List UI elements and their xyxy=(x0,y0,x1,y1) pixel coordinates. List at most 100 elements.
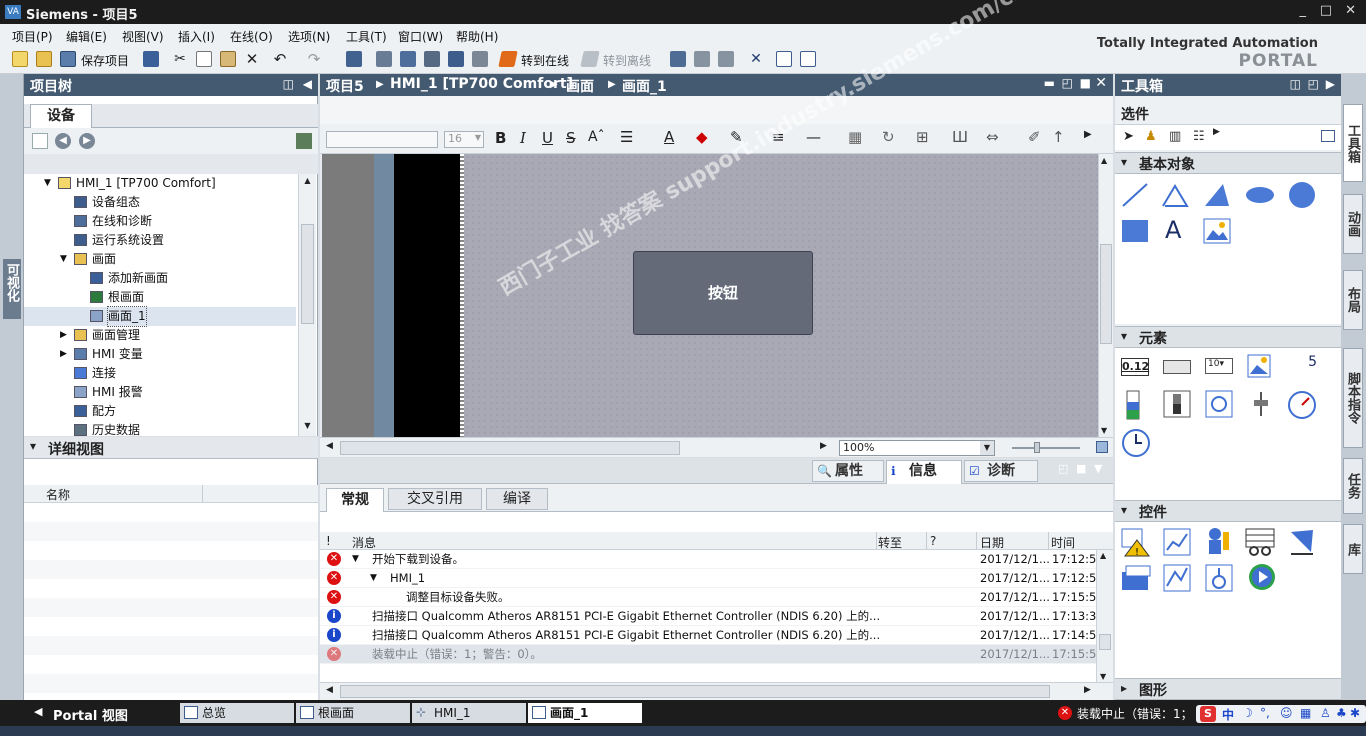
detail-view-header[interactable]: ▾ 详细视图 xyxy=(24,437,318,459)
scroll-down-icon[interactable]: ▼ xyxy=(1100,672,1106,681)
button-tool-icon[interactable] xyxy=(1163,360,1191,374)
zoom-select[interactable]: 100% ▼ xyxy=(839,440,995,456)
trend-view-tool-icon[interactable] xyxy=(1163,528,1191,556)
screen-canvas[interactable]: 按钮 西门子工业 找答案 support.industry.siemens.co… xyxy=(322,0,1098,437)
rtab-script-instructions[interactable]: 脚本指令 xyxy=(1343,348,1363,448)
save-icon[interactable] xyxy=(60,51,76,67)
message-row[interactable]: ✕ ▼ HMI_1 2017/12/1... 17:12:5 xyxy=(320,569,1096,588)
bar-tool-icon[interactable] xyxy=(1121,390,1147,420)
tree-item[interactable]: 添加新画面 xyxy=(24,269,296,288)
status-tab-overview[interactable]: 总览 xyxy=(180,703,294,723)
rtab-tasks[interactable]: 任务 xyxy=(1343,458,1363,514)
tree-item[interactable]: 设备组态 xyxy=(24,193,296,212)
tab-info[interactable]: ℹ 信息 xyxy=(886,460,962,484)
pin-icon[interactable]: ◫ xyxy=(1290,77,1301,91)
copy-icon[interactable] xyxy=(196,51,212,67)
zoom-fit-icon[interactable] xyxy=(1096,441,1108,453)
row-expander-icon[interactable]: ▼ xyxy=(370,569,377,588)
fill-color-icon[interactable]: ◆ xyxy=(696,128,708,146)
italic-icon[interactable]: I xyxy=(520,129,526,147)
start-runtime-icon[interactable] xyxy=(472,51,488,67)
tree-item[interactable]: ▶ 画面管理 xyxy=(24,326,296,345)
scroll-right-icon[interactable]: ▶ xyxy=(1084,685,1091,695)
go-offline-icon[interactable] xyxy=(580,51,600,67)
menu-insert[interactable]: 插入(I) xyxy=(178,28,215,45)
clock-tool-icon[interactable] xyxy=(1121,428,1151,458)
graphic-view-tool-icon[interactable] xyxy=(1203,218,1231,244)
redo-icon[interactable]: ↷ xyxy=(306,51,322,67)
tree-item[interactable]: ▼ HMI_1 [TP700 Comfort] xyxy=(24,174,296,193)
go-online-button[interactable]: 转到在线 xyxy=(521,52,569,69)
subtab-cross-reference[interactable]: 交叉引用 xyxy=(388,488,482,510)
tree-item[interactable]: 在线和诊断 xyxy=(24,212,296,231)
font-family-input[interactable] xyxy=(326,131,438,148)
polyline-tool-icon[interactable] xyxy=(1161,182,1189,208)
vscroll-thumb[interactable] xyxy=(1100,244,1112,344)
breadcrumb-device[interactable]: HMI_1 [TP700 Comfort] xyxy=(390,76,573,92)
spacing-icon[interactable]: ⇔ xyxy=(986,128,999,146)
sm-view-tool-icon[interactable] xyxy=(1287,526,1317,556)
collapse-panel-icon[interactable]: ◀ xyxy=(303,77,312,91)
go-offline-button[interactable]: 转到离线 xyxy=(603,52,651,69)
io-field-tool-icon[interactable]: 0.12 xyxy=(1121,358,1149,376)
tree-item[interactable]: 画面_1 xyxy=(24,306,296,327)
hmi-button[interactable]: 按钮 xyxy=(633,251,813,335)
canvas-vscrollbar[interactable]: ▲ ▼ xyxy=(1098,154,1113,437)
scroll-down-icon[interactable]: ▼ xyxy=(1101,426,1107,435)
date-time-tool-icon[interactable]: 5 xyxy=(1289,354,1317,380)
col-severity[interactable]: ! xyxy=(326,534,331,548)
more-tools-icon[interactable]: ▶ xyxy=(1084,129,1092,140)
tree-item[interactable]: 配方 xyxy=(24,402,296,421)
text-tool-icon[interactable]: A xyxy=(1165,216,1181,244)
more-icon[interactable]: ▶ xyxy=(1213,127,1220,137)
go-online-icon[interactable] xyxy=(498,51,518,67)
section-basic-objects[interactable]: ▾ 基本对象 xyxy=(1115,152,1341,174)
start-sim-icon[interactable] xyxy=(694,51,710,67)
underline-icon[interactable]: U xyxy=(542,129,553,147)
list-view-icon[interactable]: ☷ xyxy=(1193,129,1205,144)
tree-scrollbar[interactable]: ▲ ▼ xyxy=(298,174,316,436)
portal-view-button[interactable]: Portal 视图 xyxy=(53,705,128,724)
row-expander-icon[interactable]: ▼ xyxy=(352,550,359,569)
graphic-io-tool-icon[interactable] xyxy=(1247,354,1275,380)
f-trend-view-tool-icon[interactable] xyxy=(1163,564,1191,592)
align-objects-icon[interactable]: ▦ xyxy=(848,128,862,146)
alarm-view-tool-icon[interactable]: ! xyxy=(1121,528,1151,558)
stop-sim-icon[interactable] xyxy=(718,51,734,67)
message-row[interactable]: ✕ 调整目标设备失败。 2017/12/1... 17:15:5 xyxy=(320,588,1096,607)
status-message[interactable]: 装载中止（错误：1； xyxy=(1077,705,1193,722)
tree-item[interactable]: 历史数据 xyxy=(24,421,296,436)
menu-window[interactable]: 窗口(W) xyxy=(398,28,443,45)
maximize-inspector-icon[interactable]: ■ xyxy=(1076,462,1086,475)
overview-icon[interactable] xyxy=(296,133,312,149)
zoom-slider[interactable] xyxy=(1012,447,1080,449)
menu-help[interactable]: 帮助(H) xyxy=(456,28,498,45)
tree-expander-icon[interactable]: ▶ xyxy=(60,326,72,345)
view-toggle-icon[interactable] xyxy=(1321,130,1335,142)
tree-item[interactable]: HMI 报警 xyxy=(24,383,296,402)
undo-icon[interactable]: ↶ xyxy=(272,51,288,67)
forward-icon[interactable]: ▶ xyxy=(79,133,95,149)
close-window-button[interactable]: ✕ xyxy=(1345,3,1356,18)
print-icon[interactable] xyxy=(143,51,159,67)
strikethrough-icon[interactable]: S xyxy=(566,129,576,147)
hscroll-thumb[interactable] xyxy=(340,441,680,455)
vscroll-thumb[interactable] xyxy=(1099,634,1111,650)
menu-online[interactable]: 在线(O) xyxy=(230,28,273,45)
message-row[interactable]: ✕ 装载中止（错误：1；警告：0）。 2017/12/1... 17:15:5 xyxy=(320,645,1096,664)
paste-icon[interactable] xyxy=(220,51,236,67)
symbol-library-tool-icon[interactable] xyxy=(1205,390,1233,418)
scroll-up-icon[interactable]: ▲ xyxy=(1101,156,1107,165)
tab-diagnostics[interactable]: ☑ 诊断 xyxy=(964,460,1038,482)
status-tab-root-screen[interactable]: 根画面 xyxy=(296,703,410,723)
col-message[interactable]: 消息 xyxy=(352,534,376,551)
simulate-icon[interactable] xyxy=(448,51,464,67)
tree-expander-icon[interactable]: ▼ xyxy=(44,174,56,193)
tree-expander-icon[interactable]: ▶ xyxy=(60,345,72,364)
ime-toolbar[interactable]: S 中 ☽ °, ☺ ▦ ♙ ♣ ✱ xyxy=(1196,705,1366,723)
float-editor-icon[interactable]: ◰ xyxy=(1062,76,1073,90)
scroll-left-icon[interactable]: ◀ xyxy=(326,441,333,451)
maximize-editor-icon[interactable]: ■ xyxy=(1080,76,1091,90)
compile-icon[interactable] xyxy=(346,51,362,67)
subtab-general[interactable]: 常规 xyxy=(326,488,384,512)
